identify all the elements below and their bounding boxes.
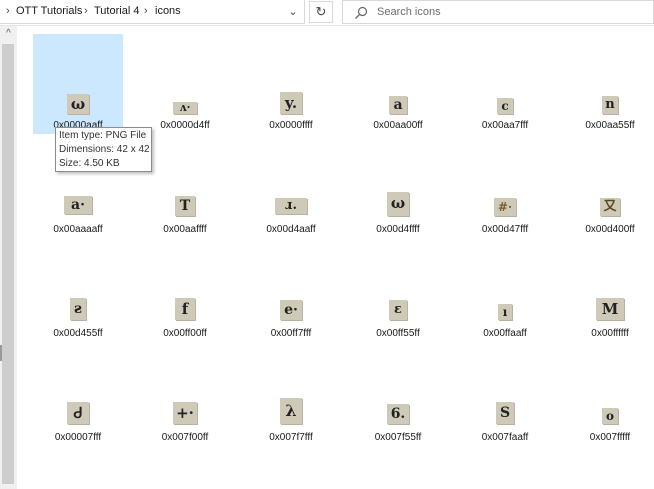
file-label: 0x00d4aaff bbox=[266, 224, 316, 235]
png-thumbnail: f bbox=[175, 298, 195, 320]
file-item-0x007f7fff[interactable]: λ 0x007f7fff bbox=[246, 346, 336, 446]
file-label: 0x00ffaaff bbox=[483, 328, 527, 339]
png-thumbnail: ω bbox=[67, 94, 89, 114]
png-thumbnail: ω bbox=[387, 192, 409, 216]
tooltip-size: Size: 4.50 KB bbox=[59, 158, 120, 169]
file-item-0x007f00ff[interactable]: +· 0x007f00ff bbox=[140, 346, 230, 446]
file-label: 0x007f55ff bbox=[374, 432, 422, 443]
resize-handle[interactable] bbox=[0, 345, 2, 361]
file-label: 0x00d400ff bbox=[585, 224, 635, 235]
file-label: 0x00007fff bbox=[54, 432, 102, 443]
png-thumbnail: Ꮷ bbox=[67, 402, 89, 424]
file-item-0x00aaffff[interactable]: T 0x00aaffff bbox=[140, 138, 230, 238]
file-label: 0x00d4ffff bbox=[376, 224, 420, 235]
png-thumbnail: o bbox=[602, 408, 618, 424]
file-item-0x0000aaff[interactable]: ω 0x0000aaff bbox=[33, 34, 123, 134]
breadcrumb-item-ott-tutorials[interactable]: OTT Tutorials bbox=[16, 5, 82, 17]
file-item-0x0000ffff[interactable]: y. 0x0000ffff bbox=[246, 34, 336, 134]
png-thumbnail: y. bbox=[280, 92, 302, 114]
breadcrumb-item-icons[interactable]: icons bbox=[155, 5, 181, 17]
file-item-0x007fffff[interactable]: o 0x007fffff bbox=[565, 346, 654, 446]
file-item-0x00aa7fff[interactable]: c 0x00aa7fff bbox=[460, 34, 550, 134]
file-item-0x00aa55ff[interactable]: n 0x00aa55ff bbox=[565, 34, 654, 134]
scroll-up-arrow-icon[interactable]: ^ bbox=[3, 28, 14, 40]
file-label: 0x0000ffff bbox=[269, 120, 313, 131]
file-item-0x00d455ff[interactable]: ƨ 0x00d455ff bbox=[33, 242, 123, 342]
tooltip-item-type: Item type: PNG File bbox=[59, 130, 147, 141]
png-thumbnail: ı bbox=[498, 304, 512, 320]
png-thumbnail: T bbox=[175, 196, 195, 216]
file-label: 0x00aa55ff bbox=[585, 120, 635, 131]
png-thumbnail: c bbox=[497, 98, 513, 114]
chevron-right-icon[interactable]: › bbox=[6, 5, 10, 17]
search-icon bbox=[355, 6, 368, 19]
file-label: 0x00ff00ff bbox=[163, 328, 207, 339]
file-label: 0x00ff55ff bbox=[376, 328, 420, 339]
search-placeholder: Search icons bbox=[377, 6, 441, 18]
chevron-right-icon[interactable]: › bbox=[84, 5, 88, 17]
png-thumbnail: ƨ bbox=[70, 298, 86, 320]
file-label: 0x007f00ff bbox=[161, 432, 209, 443]
png-thumbnail: +· bbox=[173, 402, 197, 424]
file-item-0x00ff00ff[interactable]: f 0x00ff00ff bbox=[140, 242, 230, 342]
png-thumbnail: ɛ bbox=[389, 300, 407, 320]
file-item-0x00ff7fff[interactable]: e· 0x00ff7fff bbox=[246, 242, 336, 342]
png-thumbnail: a bbox=[389, 96, 407, 114]
png-thumbnail: #· bbox=[494, 198, 516, 216]
png-thumbnail: n bbox=[602, 96, 618, 114]
chevron-down-icon[interactable]: ⌄ bbox=[284, 3, 302, 21]
file-item-0x00d400ff[interactable]: 又 0x00d400ff bbox=[565, 138, 654, 238]
file-label: 0x00aa7fff bbox=[481, 120, 529, 131]
file-item-0x00d4ffff[interactable]: ω 0x00d4ffff bbox=[353, 138, 443, 238]
file-item-0x0000d4ff[interactable]: ʌ· 0x0000d4ff bbox=[140, 34, 230, 134]
file-item-0x00ff55ff[interactable]: ɛ 0x00ff55ff bbox=[353, 242, 443, 342]
png-thumbnail: λ bbox=[280, 398, 302, 424]
png-thumbnail: ɹ. bbox=[275, 198, 307, 214]
breadcrumb[interactable]: › OTT Tutorials › Tutorial 4 › icons ⌄ bbox=[0, 0, 305, 24]
png-thumbnail: S bbox=[496, 402, 514, 424]
file-item-0x00aa00ff[interactable]: a 0x00aa00ff bbox=[353, 34, 443, 134]
file-item-0x007faaff[interactable]: S 0x007faaff bbox=[460, 346, 550, 446]
file-label: 0x00ffffff bbox=[591, 328, 629, 339]
vertical-scrollbar[interactable]: ^ bbox=[0, 26, 17, 489]
file-label: 0x00aaaaff bbox=[53, 224, 103, 235]
refresh-button[interactable]: ↻ bbox=[309, 1, 333, 23]
file-label: 0x00d455ff bbox=[53, 328, 103, 339]
png-thumbnail: M bbox=[596, 298, 624, 320]
address-bar: › OTT Tutorials › Tutorial 4 › icons ⌄ ↻… bbox=[0, 0, 654, 26]
png-thumbnail: 又 bbox=[600, 198, 620, 216]
png-thumbnail: 6. bbox=[387, 404, 409, 424]
png-thumbnail: a· bbox=[64, 196, 92, 214]
file-label: 0x007fffff bbox=[589, 432, 631, 443]
file-item-0x00007fff[interactable]: Ꮷ 0x00007fff bbox=[33, 346, 123, 446]
search-input[interactable]: Search icons bbox=[342, 0, 654, 24]
file-label: 0x0000d4ff bbox=[160, 120, 210, 131]
file-label: 0x007faaff bbox=[481, 432, 529, 443]
file-item-0x00ffaaff[interactable]: ı 0x00ffaaff bbox=[460, 242, 550, 342]
breadcrumb-item-tutorial-4[interactable]: Tutorial 4 bbox=[94, 5, 139, 17]
file-item-0x007f55ff[interactable]: 6. 0x007f55ff bbox=[353, 346, 443, 446]
png-thumbnail: ʌ· bbox=[173, 102, 197, 114]
file-label: 0x00d47fff bbox=[481, 224, 529, 235]
file-item-0x00d47fff[interactable]: #· 0x00d47fff bbox=[460, 138, 550, 238]
file-label: 0x00ff7fff bbox=[270, 328, 312, 339]
file-label: 0x00aa00ff bbox=[373, 120, 423, 131]
file-item-0x00ffffff[interactable]: M 0x00ffffff bbox=[565, 242, 654, 342]
file-item-0x00d4aaff[interactable]: ɹ. 0x00d4aaff bbox=[246, 138, 336, 238]
file-info-tooltip: Item type: PNG File Dimensions: 42 x 42 … bbox=[55, 127, 152, 172]
png-thumbnail: e· bbox=[280, 300, 302, 320]
chevron-right-icon[interactable]: › bbox=[144, 5, 148, 17]
tooltip-dimensions: Dimensions: 42 x 42 bbox=[59, 144, 150, 155]
scrollbar-thumb[interactable] bbox=[2, 44, 14, 484]
file-label: 0x007f7fff bbox=[269, 432, 313, 443]
file-label: 0x00aaffff bbox=[163, 224, 207, 235]
file-grid: ω 0x0000aaff ʌ· 0x0000d4ff y. 0x0000ffff… bbox=[17, 26, 654, 489]
